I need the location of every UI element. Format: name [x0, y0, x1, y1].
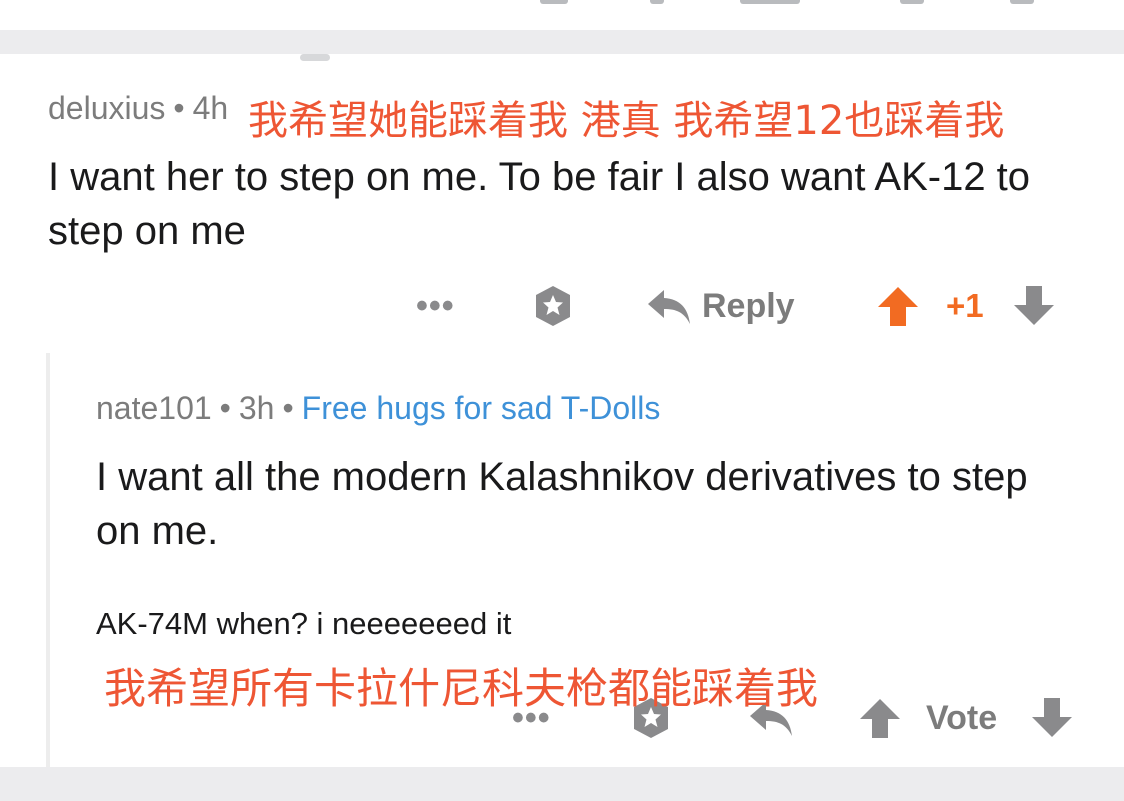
comment-meta: deluxius • 4h — [48, 90, 228, 127]
upvote-button[interactable] — [858, 694, 902, 742]
downvote-button[interactable] — [1012, 282, 1056, 330]
comment-time: 4h — [192, 90, 229, 126]
chinese-overlay-caption: 我希望她能踩着我 港真 我希望12也踩着我 — [248, 88, 1005, 146]
downvote-icon — [1012, 284, 1056, 328]
reply-author[interactable]: nate101 — [96, 390, 212, 426]
section-separator — [0, 30, 1124, 54]
downvote-button[interactable] — [1030, 694, 1074, 742]
chinese-overlay-caption: 我希望所有卡拉什尼科夫枪都能踩着我 — [104, 664, 819, 713]
user-flair: Free hugs for sad T-Dolls — [301, 390, 661, 426]
drag-handle[interactable] — [300, 54, 330, 61]
reply-body: I want all the modern Kalashnikov deriva… — [96, 455, 1028, 553]
award-button[interactable] — [530, 282, 576, 330]
reply-icon — [646, 286, 692, 326]
reply-label: Reply — [702, 286, 795, 325]
comment-author[interactable]: deluxius — [48, 90, 165, 126]
upvote-icon — [858, 696, 902, 740]
vote-score: +1 — [946, 287, 984, 324]
comment-body: I want her to step on me. To be fair I a… — [48, 155, 1031, 253]
meta-separator: • — [282, 390, 294, 426]
upvote-icon — [876, 284, 920, 328]
more-button[interactable]: ••• — [416, 282, 455, 330]
award-icon — [530, 283, 576, 329]
more-icon: ••• — [416, 287, 455, 325]
section-separator — [0, 767, 1124, 801]
downvote-icon — [1030, 696, 1074, 740]
vote-label: Vote — [926, 698, 998, 737]
meta-separator: • — [219, 390, 231, 426]
meta-separator: • — [173, 90, 185, 126]
reply-subtext: AK-74M when? i neeeeeeed it — [96, 606, 512, 641]
reply-meta: nate101 • 3h • Free hugs for sad T-Dolls — [96, 390, 660, 427]
reply-time: 3h — [238, 390, 275, 426]
reply-button[interactable]: Reply — [646, 282, 795, 330]
comment-action-bar: ••• Reply +1 — [0, 282, 1124, 330]
upvote-button[interactable] — [876, 282, 920, 330]
previous-item-remnant — [0, 0, 1124, 30]
